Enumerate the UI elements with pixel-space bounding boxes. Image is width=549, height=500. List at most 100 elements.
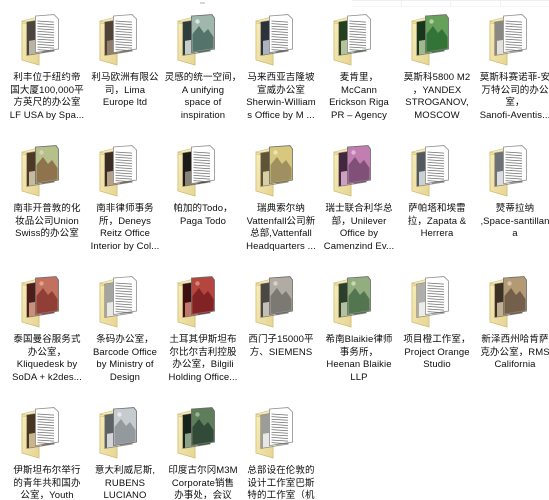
- folder-item[interactable]: 莫斯科5800 M2 ，YANDEX STROGANOV, MOSCOW: [398, 8, 476, 139]
- folder-label: 马来西亚吉隆坡 宣威办公室 Sherwin-William s Office by M…: [242, 72, 320, 122]
- folder-item[interactable]: 南非律师事务 所，Deneys Reitz Office Interior by Co…: [86, 139, 164, 270]
- folder-label-line: by Ministry of: [96, 359, 154, 371]
- document-stack-icon: [112, 145, 138, 185]
- folder-label-line: 宣威办公室: [257, 84, 305, 96]
- folder-item[interactable]: 土耳其伊斯坦布 尔比尔吉利控股 办公室，Bilgili Holding Office.…: [164, 270, 242, 401]
- folder-item[interactable]: 瑞典索尔纳 Vattenfall公司新 总部,Vattenfall Headquart…: [242, 139, 320, 270]
- folder-label-line: Heenan Blaikie: [326, 359, 392, 371]
- folder-item[interactable]: 利丰位于纽约帝 国大厦100,000平 方英尺的办公室 LF USA by Spa..…: [8, 8, 86, 139]
- folder-label-line: 意大利威尼斯,: [94, 465, 156, 476]
- folder-grid: 利丰位于纽约帝 国大厦100,000平 方英尺的办公室 LF USA by Spa..…: [0, 8, 549, 500]
- folder-icon[interactable]: [398, 139, 476, 201]
- document-stack-icon: [268, 14, 294, 54]
- folder-label-line: Swiss的办公室: [15, 228, 79, 240]
- photo-preview-icon: [268, 145, 294, 185]
- folder-label-line: Holding Office...: [168, 371, 238, 383]
- folder-icon[interactable]: [476, 139, 549, 201]
- document-stack-icon: [424, 276, 450, 316]
- folder-label-line: Europe ltd: [102, 97, 148, 109]
- folder-item[interactable]: 南非开普敦的化 妆品公司Union Swiss的办公室: [8, 139, 86, 270]
- document-stack-icon: [502, 14, 528, 54]
- folder-label-line: 设计工作室巴斯: [247, 477, 315, 489]
- folder-item[interactable]: 瑞士联合利华总 部，Unilever Office by Camenzind Ev..…: [320, 139, 398, 270]
- file-explorer-icon-view[interactable]: 利丰位于纽约帝 国大厦100,000平 方英尺的办公室 LF USA by Spa..…: [0, 0, 549, 500]
- folder-label-line: 方、SIEMENS: [249, 346, 313, 358]
- folder-icon[interactable]: [164, 8, 242, 70]
- folder-item[interactable]: 条码办公室， Barcode Office by Ministry of Design: [86, 270, 164, 401]
- folder-item[interactable]: 新泽西州哈肯萨 克办公室，RMS California: [476, 270, 549, 401]
- document-stack-icon: [346, 14, 372, 54]
- folder-row: 南非开普敦的化 妆品公司Union Swiss的办公室 南非律师事务 所，Deneys R…: [0, 139, 549, 270]
- folder-icon[interactable]: [8, 8, 86, 70]
- photo-preview-icon: [502, 276, 528, 316]
- folder-item[interactable]: 麦肯里， McCann Erickson Riga PR – Agency: [320, 8, 398, 139]
- folder-icon[interactable]: [86, 8, 164, 70]
- folder-icon[interactable]: [398, 8, 476, 70]
- folder-icon[interactable]: [86, 270, 164, 332]
- folder-label-line: 方英尺的办公室: [13, 97, 81, 109]
- folder-label-line: inspiration: [180, 109, 226, 121]
- folder-label: 莫斯科5800 M2 ，YANDEX STROGANOV, MOSCOW: [398, 72, 476, 122]
- folder-label: 印度古尔冈M3MCorporate销售办事处，会议室、餐厅通明...: [164, 465, 242, 500]
- folder-label-line: California: [494, 359, 536, 371]
- folder-item[interactable]: 项目橙工作室， Project Orange Studio: [398, 270, 476, 401]
- folder-item[interactable]: 萨帕塔和埃雷 拉，Zapata & Herrera: [398, 139, 476, 270]
- folder-icon[interactable]: [242, 270, 320, 332]
- folder-icon[interactable]: [242, 8, 320, 70]
- document-stack-icon: [112, 14, 138, 54]
- folder-label: 燹蒂拉纳 ,Space-santillan a: [476, 203, 549, 241]
- folder-label-line: Camenzind Ev...: [323, 240, 395, 252]
- folder-icon[interactable]: [398, 270, 476, 332]
- folder-icon[interactable]: [86, 401, 164, 463]
- folder-label-line: Paga Todo: [179, 215, 227, 227]
- folder-label-line: Reitz Office: [99, 228, 151, 240]
- folder-icon[interactable]: [164, 139, 242, 201]
- folder-icon[interactable]: [242, 139, 320, 201]
- folder-icon[interactable]: [8, 270, 86, 332]
- folder-icon[interactable]: [86, 139, 164, 201]
- folder-item[interactable]: 灵感的统一空间， A unifying space of inspiration: [164, 8, 242, 139]
- folder-item[interactable]: 希南Blaikie律师 事务所， Heenan Blaikie LLP: [320, 270, 398, 401]
- folder-label-line: 萨帕塔和埃雷: [408, 203, 466, 214]
- folder-label-line: MOSCOW: [414, 109, 460, 121]
- folder-label: 西门子15000平 方、SIEMENS: [242, 334, 320, 359]
- folder-icon[interactable]: [476, 270, 549, 332]
- folder-label-line: STROGANOV,: [405, 97, 469, 109]
- folder-icon[interactable]: [476, 8, 549, 70]
- column-header-cell: [352, 1, 402, 6]
- folder-item[interactable]: 莫斯科赛诺菲-安 万特公司的办公 室， Sanofi-Aventis...: [476, 8, 549, 139]
- folder-label-line: Erickson Riga: [329, 97, 389, 109]
- folder-icon[interactable]: [320, 8, 398, 70]
- photo-preview-icon: [424, 14, 450, 54]
- folder-icon[interactable]: [320, 139, 398, 201]
- folder-item[interactable]: 马来西亚吉隆坡 宣威办公室 Sherwin-William s Office by M…: [242, 8, 320, 139]
- folder-label-line: McCann: [341, 84, 377, 96]
- photo-preview-icon: [268, 276, 294, 316]
- folder-label: 新泽西州哈肯萨 克办公室，RMS California: [476, 334, 549, 372]
- folder-item[interactable]: 总部设在伦敦的设计工作室巴斯特的工作室（机械）: [242, 401, 320, 500]
- photo-preview-icon: [34, 145, 60, 185]
- folder-icon[interactable]: [320, 270, 398, 332]
- folder-item[interactable]: 伊斯坦布尔举行的青年共和国办公室，YouthRepublic Offic...: [8, 401, 86, 500]
- folder-item[interactable]: 印度古尔冈M3MCorporate销售办事处，会议室、餐厅通明...: [164, 401, 242, 500]
- folder-label: 希南Blaikie律师 事务所， Heenan Blaikie LLP: [320, 334, 398, 384]
- folder-label-line: 条码办公室，: [96, 334, 154, 345]
- folder-item[interactable]: 利马欧洲有限公 司，Lima Europe ltd: [86, 8, 164, 139]
- folder-item[interactable]: 意大利威尼斯,RUBENSLUCIANOOffices by Sim...: [86, 401, 164, 500]
- folder-label-line: s Office by M ...: [247, 109, 315, 121]
- folder-item[interactable]: 燹蒂拉纳 ,Space-santillan a: [476, 139, 549, 270]
- folder-label-line: Design: [109, 371, 141, 383]
- folder-label-line: 妆品公司Union: [15, 215, 79, 227]
- folder-icon[interactable]: [164, 270, 242, 332]
- folder-label-line: 瑞典索尔纳: [257, 203, 305, 214]
- folder-icon[interactable]: [8, 401, 86, 463]
- folder-item[interactable]: 泰国曼谷服务式 办公室， Kliquedesk by SoDA + k2des...: [8, 270, 86, 401]
- folder-icon[interactable]: [8, 139, 86, 201]
- folder-item[interactable]: 西门子15000平 方、SIEMENS: [242, 270, 320, 401]
- folder-item[interactable]: 帕加的Todo， Paga Todo: [164, 139, 242, 270]
- folder-label-line: 特的工作室（机: [247, 490, 315, 500]
- column-header-cell: [402, 1, 451, 6]
- folder-row: 泰国曼谷服务式 办公室， Kliquedesk by SoDA + k2des... 条…: [0, 270, 549, 401]
- folder-icon[interactable]: [242, 401, 320, 463]
- folder-icon[interactable]: [164, 401, 242, 463]
